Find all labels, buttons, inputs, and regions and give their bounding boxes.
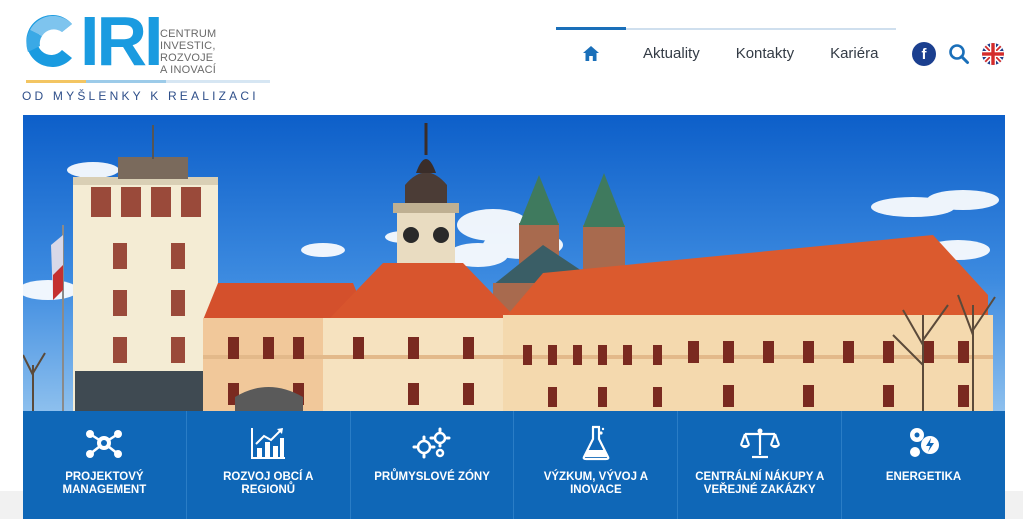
main-nav: Aktuality Kontakty Kariéra — [556, 36, 878, 70]
nav-active-indicator — [556, 27, 626, 30]
site-logo[interactable]: IRI CENTRUM INVESTIC, ROZVOJE A INOVACÍ … — [22, 2, 272, 108]
category-rozvoj-obci[interactable]: ROZVOJ OBCÍ A REGIONŮ — [187, 411, 351, 519]
logo-tagline: OD MYŠLENKY K REALIZACI — [22, 89, 259, 103]
energy-icon — [909, 428, 939, 457]
header-tools: f — [912, 41, 1004, 67]
category-energetika[interactable]: ENERGETIKA — [842, 411, 1005, 519]
nav-link-aktuality[interactable]: Aktuality — [643, 45, 700, 62]
uk-flag-icon — [982, 43, 1004, 65]
search-icon — [949, 44, 969, 64]
logo-subtitle-line: INVESTIC, ROZVOJE — [160, 40, 216, 64]
logo-color-bars — [26, 80, 270, 83]
nav-link-kariera[interactable]: Kariéra — [830, 45, 878, 62]
gears-icon — [412, 427, 451, 459]
logo-subtitle: CENTRUM INVESTIC, ROZVOJE A INOVACÍ — [160, 28, 272, 76]
category-centralni-nakupy[interactable]: CENTRÁLNÍ NÁKUPY A VEŘEJNÉ ZAKÁZKY — [678, 411, 843, 519]
category-label: ROZVOJ OBCÍ A REGIONŮ — [223, 471, 314, 496]
nav-home-link[interactable] — [556, 45, 626, 62]
logo-subtitle-line: A INOVACÍ — [160, 64, 216, 76]
nav-link-kontakty[interactable]: Kontakty — [736, 45, 794, 62]
category-projektovy-management[interactable]: PROJEKTOVÝ MANAGEMENT — [23, 411, 187, 519]
category-prumyslove-zony[interactable]: PRŮMYSLOVÉ ZÓNY — [351, 411, 515, 519]
category-icon-wrapper — [739, 425, 780, 461]
home-icon — [583, 45, 599, 61]
flask-icon — [582, 425, 610, 461]
language-switch-button[interactable] — [982, 43, 1004, 65]
page: IRI CENTRUM INVESTIC, ROZVOJE A INOVACÍ … — [0, 0, 1023, 519]
category-label: PRŮMYSLOVÉ ZÓNY — [374, 471, 490, 483]
category-label: ENERGETIKA — [885, 471, 962, 483]
category-icon-wrapper — [84, 425, 124, 461]
project-network-icon — [86, 430, 123, 458]
category-label: VÝZKUM, VÝVOJ A INOVACE — [543, 471, 649, 496]
category-vyzkum-vyvoj[interactable]: VÝZKUM, VÝVOJ A INOVACE — [514, 411, 679, 519]
hero-town-illustration — [23, 115, 1005, 415]
category-label: CENTRÁLNÍ NÁKUPY A VEŘEJNÉ ZAKÁZKY — [695, 471, 825, 496]
category-icon-wrapper — [412, 425, 452, 461]
hero-image — [23, 115, 1005, 415]
logo-subtitle-line: CENTRUM — [160, 28, 217, 40]
search-button[interactable] — [948, 43, 970, 65]
category-bar: PROJEKTOVÝ MANAGEMENT ROZVOJ OBCÍ A REGI… — [23, 411, 1005, 519]
category-icon-wrapper — [581, 425, 611, 461]
logo-mark: IRI — [22, 2, 163, 80]
logo-letters: IRI — [80, 2, 163, 80]
category-label: PROJEKTOVÝ MANAGEMENT — [62, 471, 147, 496]
logo-c-mark — [26, 15, 72, 67]
facebook-icon[interactable]: f — [912, 42, 936, 66]
scales-icon — [739, 428, 780, 459]
category-icon-wrapper — [249, 425, 287, 461]
category-icon-wrapper — [906, 425, 942, 461]
growth-chart-icon — [251, 428, 286, 459]
